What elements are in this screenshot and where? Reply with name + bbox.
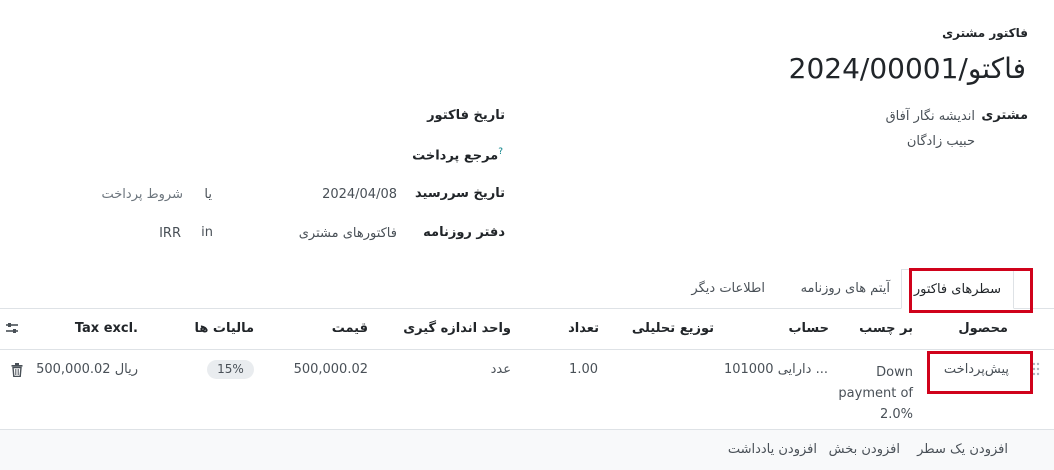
payment-terms-field[interactable]: شروط پرداخت [102, 187, 184, 202]
column-account[interactable]: حساب [788, 321, 829, 336]
row-uom[interactable]: عدد [491, 362, 511, 377]
column-quantity[interactable]: تعداد [568, 321, 599, 336]
currency-field[interactable]: IRR [159, 226, 181, 241]
journal-in-label: in [201, 225, 213, 240]
column-subtotal[interactable]: Tax excl. [75, 321, 138, 336]
journal-value[interactable]: فاکتورهای مشتری [299, 226, 397, 241]
row-subtotal: 500,000.02 ریال [36, 362, 138, 377]
add-section-link[interactable]: افزودن بخش [829, 442, 900, 457]
sliders-icon[interactable] [5, 321, 19, 339]
journal-label: دفتر روزنامه [423, 225, 505, 240]
due-date-label: تاریخ سررسید [415, 186, 505, 201]
row-label-line: Down [876, 365, 913, 380]
tax-badge[interactable]: 15% [207, 360, 254, 379]
column-uom[interactable]: واحد اندازه گیری [403, 321, 511, 336]
help-tooltip-icon[interactable]: ? [498, 147, 503, 157]
row-label-line: 2.0% [879, 407, 913, 422]
payment-reference-label-group: مرجع پرداخت? [412, 147, 505, 163]
invoice-number-title: فاکتو/2024/00001 [788, 52, 1026, 85]
add-note-link[interactable]: افزودن یادداشت [728, 442, 817, 457]
row-label-line: payment of [838, 386, 913, 401]
tab-journal-items[interactable]: آیتم های روزنامه [789, 269, 902, 309]
table-header-divider [0, 349, 1054, 350]
invoice-date-label: تاریخ فاکتور [427, 108, 505, 123]
customer-label: مشتری [981, 108, 1028, 123]
add-line-link[interactable]: افزودن یک سطر [917, 442, 1008, 457]
row-account[interactable]: 101000 دارایی ... [724, 362, 828, 377]
column-product[interactable]: محصول [958, 321, 1008, 336]
customer-contact: حبیب زادگان [906, 134, 975, 149]
payment-reference-label: مرجع پرداخت [412, 148, 499, 164]
drag-handle-icon[interactable] [1032, 362, 1040, 380]
column-taxes[interactable]: مالیات ها [195, 321, 254, 336]
column-price[interactable]: قیمت [332, 321, 368, 336]
column-analytic-distribution[interactable]: توزیع تحلیلی [632, 321, 714, 336]
tab-other-info[interactable]: اطلاعات دیگر [679, 269, 777, 309]
due-date-or: یا [204, 187, 212, 202]
due-date-value[interactable]: 2024/04/08 [322, 187, 397, 202]
column-label[interactable]: بر چسب [859, 321, 913, 336]
row-label[interactable]: Down payment of 2.0% [823, 362, 913, 425]
row-quantity[interactable]: 1.00 [569, 362, 598, 377]
row-product[interactable]: پیش‌پرداخت [944, 362, 1009, 377]
document-type: فاکتور مشتری [942, 26, 1028, 40]
row-price[interactable]: 500,000.02 [294, 362, 368, 377]
trash-icon[interactable] [11, 363, 23, 381]
tab-invoice-lines[interactable]: سطرهای فاکتور [900, 269, 1014, 309]
customer-company[interactable]: اندیشه نگار آفاق [886, 109, 975, 124]
